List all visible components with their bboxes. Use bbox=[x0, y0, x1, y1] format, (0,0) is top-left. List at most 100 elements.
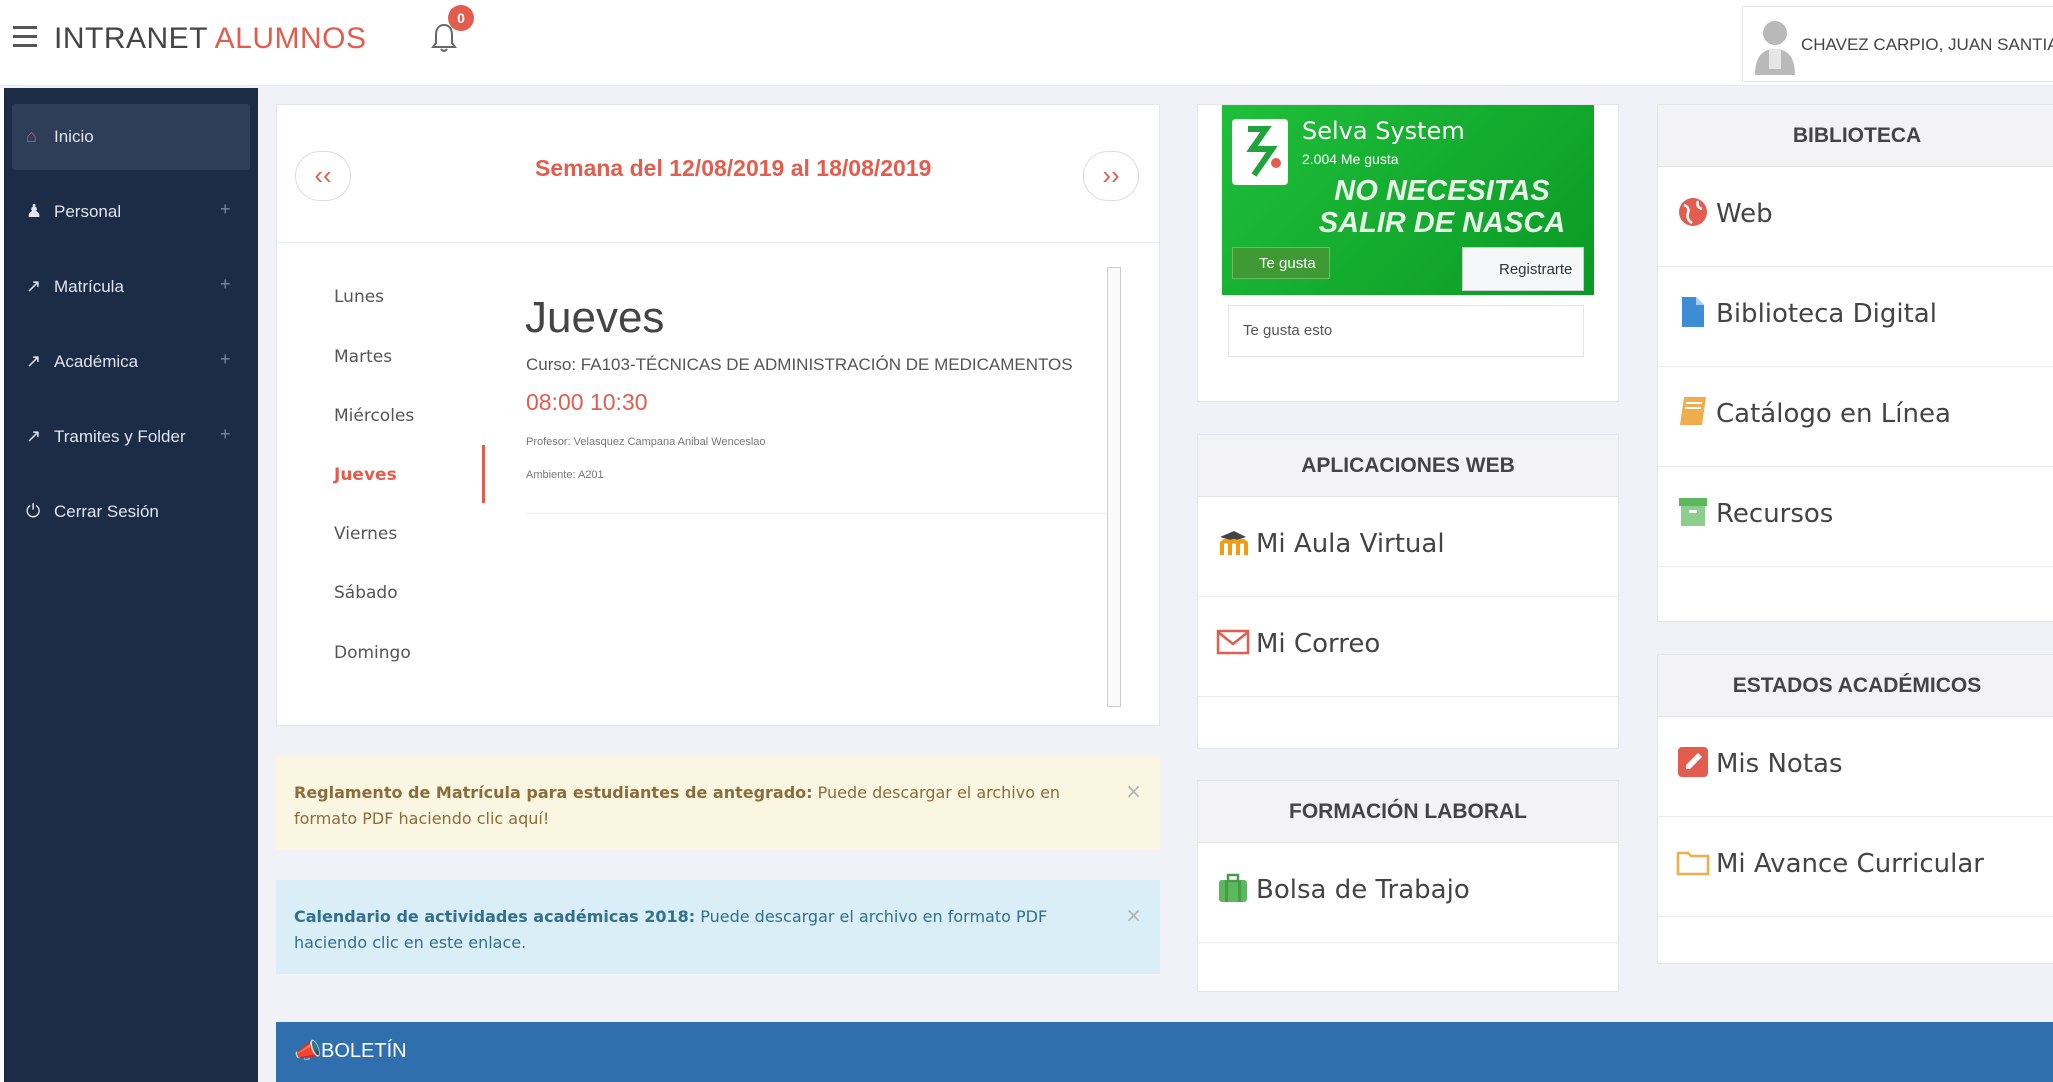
day-tab-miercoles[interactable]: Miércoles bbox=[334, 406, 414, 426]
facebook-widget: Selva System 2.004 Me gusta NO NECESITAS… bbox=[1197, 104, 1619, 402]
facebook-page-name: Selva System bbox=[1302, 117, 1465, 145]
week-title: Semana del 12/08/2019 al 18/08/2019 bbox=[535, 155, 932, 181]
selva-system-logo bbox=[1232, 119, 1288, 185]
detail-course: Curso: FA103-TÉCNICAS DE ADMINISTRACIÓN … bbox=[526, 355, 1073, 374]
expand-icon: + bbox=[220, 349, 231, 369]
alert-title: Calendario de actividades académicas 201… bbox=[294, 907, 696, 926]
avatar bbox=[1755, 21, 1795, 75]
sidebar-item-academica[interactable]: ↗ Académica + bbox=[12, 329, 250, 395]
biblioteca-item-catalogo[interactable]: Catálogo en Línea bbox=[1658, 367, 2053, 467]
power-icon: ⏻ bbox=[26, 501, 41, 521]
expand-icon: + bbox=[220, 199, 231, 219]
user-name: CHAVEZ CARPIO, JUAN SANTIAGO bbox=[1801, 35, 2053, 54]
schedule-header: ‹‹ Semana del 12/08/2019 al 18/08/2019 ›… bbox=[277, 105, 1159, 243]
biblioteca-label: Catálogo en Línea bbox=[1716, 399, 1951, 429]
divider bbox=[526, 513, 1106, 514]
brand-title: INTRANET ALUMNOS bbox=[54, 22, 367, 56]
facebook-footer: Te gusta esto bbox=[1228, 305, 1584, 357]
sidebar-item-label: Inicio bbox=[54, 127, 94, 146]
estados-label: Mis Notas bbox=[1716, 749, 1843, 779]
user-menu[interactable]: CHAVEZ CARPIO, JUAN SANTIAGO bbox=[1742, 6, 2053, 82]
sidebar-item-cerrar-sesion[interactable]: ⏻ Cerrar Sesión bbox=[12, 479, 250, 545]
alert-title: Reglamento de Matrícula para estudiantes… bbox=[294, 783, 813, 802]
archive-icon bbox=[1679, 498, 1707, 526]
biblioteca-label: Recursos bbox=[1716, 499, 1834, 529]
sidebar-item-label: Matrícula bbox=[54, 277, 124, 296]
external-link-icon: ↗ bbox=[26, 426, 42, 446]
day-tab-viernes[interactable]: Viernes bbox=[334, 524, 397, 544]
detail-professor: Profesor: Velasquez Campana Anibal Wence… bbox=[526, 436, 766, 448]
expand-icon: + bbox=[220, 424, 231, 444]
boletin-bar[interactable]: 📣 BOLETÍN bbox=[276, 1022, 2053, 1082]
next-week-button[interactable]: ›› bbox=[1083, 151, 1139, 201]
mail-icon bbox=[1216, 629, 1250, 655]
detail-day-title: Jueves bbox=[525, 293, 665, 342]
app-item-correo[interactable]: Mi Correo bbox=[1198, 597, 1618, 697]
biblioteca-card: BIBLIOTECA Web Biblioteca Digital Catálo… bbox=[1657, 104, 2053, 622]
sidebar-item-personal[interactable]: ♟ Personal + bbox=[12, 179, 250, 245]
globe-icon bbox=[1679, 198, 1707, 226]
sidebar-item-matricula[interactable]: ↗ Matrícula + bbox=[12, 254, 250, 320]
expand-icon: + bbox=[220, 274, 231, 294]
sidebar-item-label: Personal bbox=[54, 202, 122, 221]
moodle-icon bbox=[1220, 531, 1248, 555]
biblioteca-label: Web bbox=[1716, 199, 1773, 229]
apps-card: APLICACIONES WEB Mi Aula Virtual Mi Corr… bbox=[1197, 434, 1619, 749]
close-icon[interactable]: × bbox=[1125, 778, 1142, 804]
estados-item-notas[interactable]: Mis Notas bbox=[1658, 717, 2053, 817]
document-icon bbox=[1682, 297, 1704, 327]
sidebar-item-label: Académica bbox=[54, 352, 139, 371]
prev-week-button[interactable]: ‹‹ bbox=[295, 151, 351, 201]
book-icon bbox=[1680, 397, 1706, 425]
alert-calendario[interactable]: Calendario de actividades académicas 201… bbox=[276, 880, 1160, 974]
megaphone-icon: 📣 bbox=[294, 1038, 322, 1063]
schedule-panel: ‹‹ Semana del 12/08/2019 al 18/08/2019 ›… bbox=[276, 104, 1160, 726]
app-label: Mi Aula Virtual bbox=[1256, 529, 1445, 559]
estados-item-avance[interactable]: Mi Avance Curricular bbox=[1658, 817, 2053, 917]
boletin-label: BOLETÍN bbox=[321, 1040, 407, 1062]
pencil-icon bbox=[1678, 747, 1708, 777]
apps-title: APLICACIONES WEB bbox=[1198, 435, 1618, 497]
briefcase-icon bbox=[1219, 873, 1247, 902]
facebook-register-button[interactable]: Registrarte bbox=[1462, 247, 1584, 291]
biblioteca-item-digital[interactable]: Biblioteca Digital bbox=[1658, 267, 2053, 367]
external-link-icon: ↗ bbox=[26, 276, 42, 296]
top-bar: INTRANET ALUMNOS 0 CHAVEZ CARPIO, JUAN S… bbox=[0, 0, 2053, 86]
menu-toggle-icon[interactable] bbox=[13, 26, 37, 48]
facebook-cover[interactable]: Selva System 2.004 Me gusta NO NECESITAS… bbox=[1222, 105, 1594, 295]
brand-alumnos: ALUMNOS bbox=[214, 22, 367, 55]
facebook-slogan: NO NECESITAS SALIR DE NASCA bbox=[1318, 175, 1566, 239]
laboral-card: FORMACIÓN LABORAL Bolsa de Trabajo bbox=[1197, 780, 1619, 992]
close-icon[interactable]: × bbox=[1125, 902, 1142, 928]
detail-time: 08:00 10:30 bbox=[526, 389, 648, 415]
day-tab-sabado[interactable]: Sábado bbox=[334, 583, 398, 603]
day-tab-jueves[interactable]: Jueves bbox=[334, 465, 397, 485]
day-tab-martes[interactable]: Martes bbox=[334, 347, 392, 367]
sidebar-item-label: Tramites y Folder bbox=[54, 427, 186, 446]
alert-reglamento[interactable]: Reglamento de Matrícula para estudiantes… bbox=[276, 756, 1160, 850]
biblioteca-item-web[interactable]: Web bbox=[1658, 167, 2053, 267]
estados-title: ESTADOS ACADÉMICOS bbox=[1658, 655, 2053, 717]
active-day-marker bbox=[482, 445, 485, 503]
sidebar-item-inicio[interactable]: ⌂ Inicio bbox=[12, 104, 250, 170]
facebook-likes: 2.004 Me gusta bbox=[1302, 151, 1399, 167]
estados-label: Mi Avance Curricular bbox=[1716, 849, 1984, 879]
laboral-label: Bolsa de Trabajo bbox=[1256, 875, 1470, 905]
laboral-item-bolsa[interactable]: Bolsa de Trabajo bbox=[1198, 843, 1618, 943]
detail-room: Ambiente: A201 bbox=[526, 469, 604, 481]
facebook-like-button[interactable]: Te gusta bbox=[1232, 247, 1330, 279]
day-tab-domingo[interactable]: Domingo bbox=[334, 643, 411, 663]
facebook-register-label: Registrarte bbox=[1499, 261, 1573, 278]
home-icon: ⌂ bbox=[26, 126, 37, 146]
schedule-scrollbar[interactable] bbox=[1107, 267, 1121, 707]
sidebar-item-tramites[interactable]: ↗ Tramites y Folder + bbox=[12, 404, 250, 470]
biblioteca-title: BIBLIOTECA bbox=[1658, 105, 2053, 167]
estados-card: ESTADOS ACADÉMICOS Mis Notas Mi Avance C… bbox=[1657, 654, 2053, 964]
app-label: Mi Correo bbox=[1256, 629, 1381, 659]
app-item-aula-virtual[interactable]: Mi Aula Virtual bbox=[1198, 497, 1618, 597]
user-icon: ♟ bbox=[26, 201, 43, 221]
brand-intranet: INTRANET bbox=[54, 22, 208, 55]
day-tab-lunes[interactable]: Lunes bbox=[334, 287, 384, 307]
biblioteca-item-recursos[interactable]: Recursos bbox=[1658, 467, 2053, 567]
folder-icon bbox=[1676, 851, 1710, 876]
